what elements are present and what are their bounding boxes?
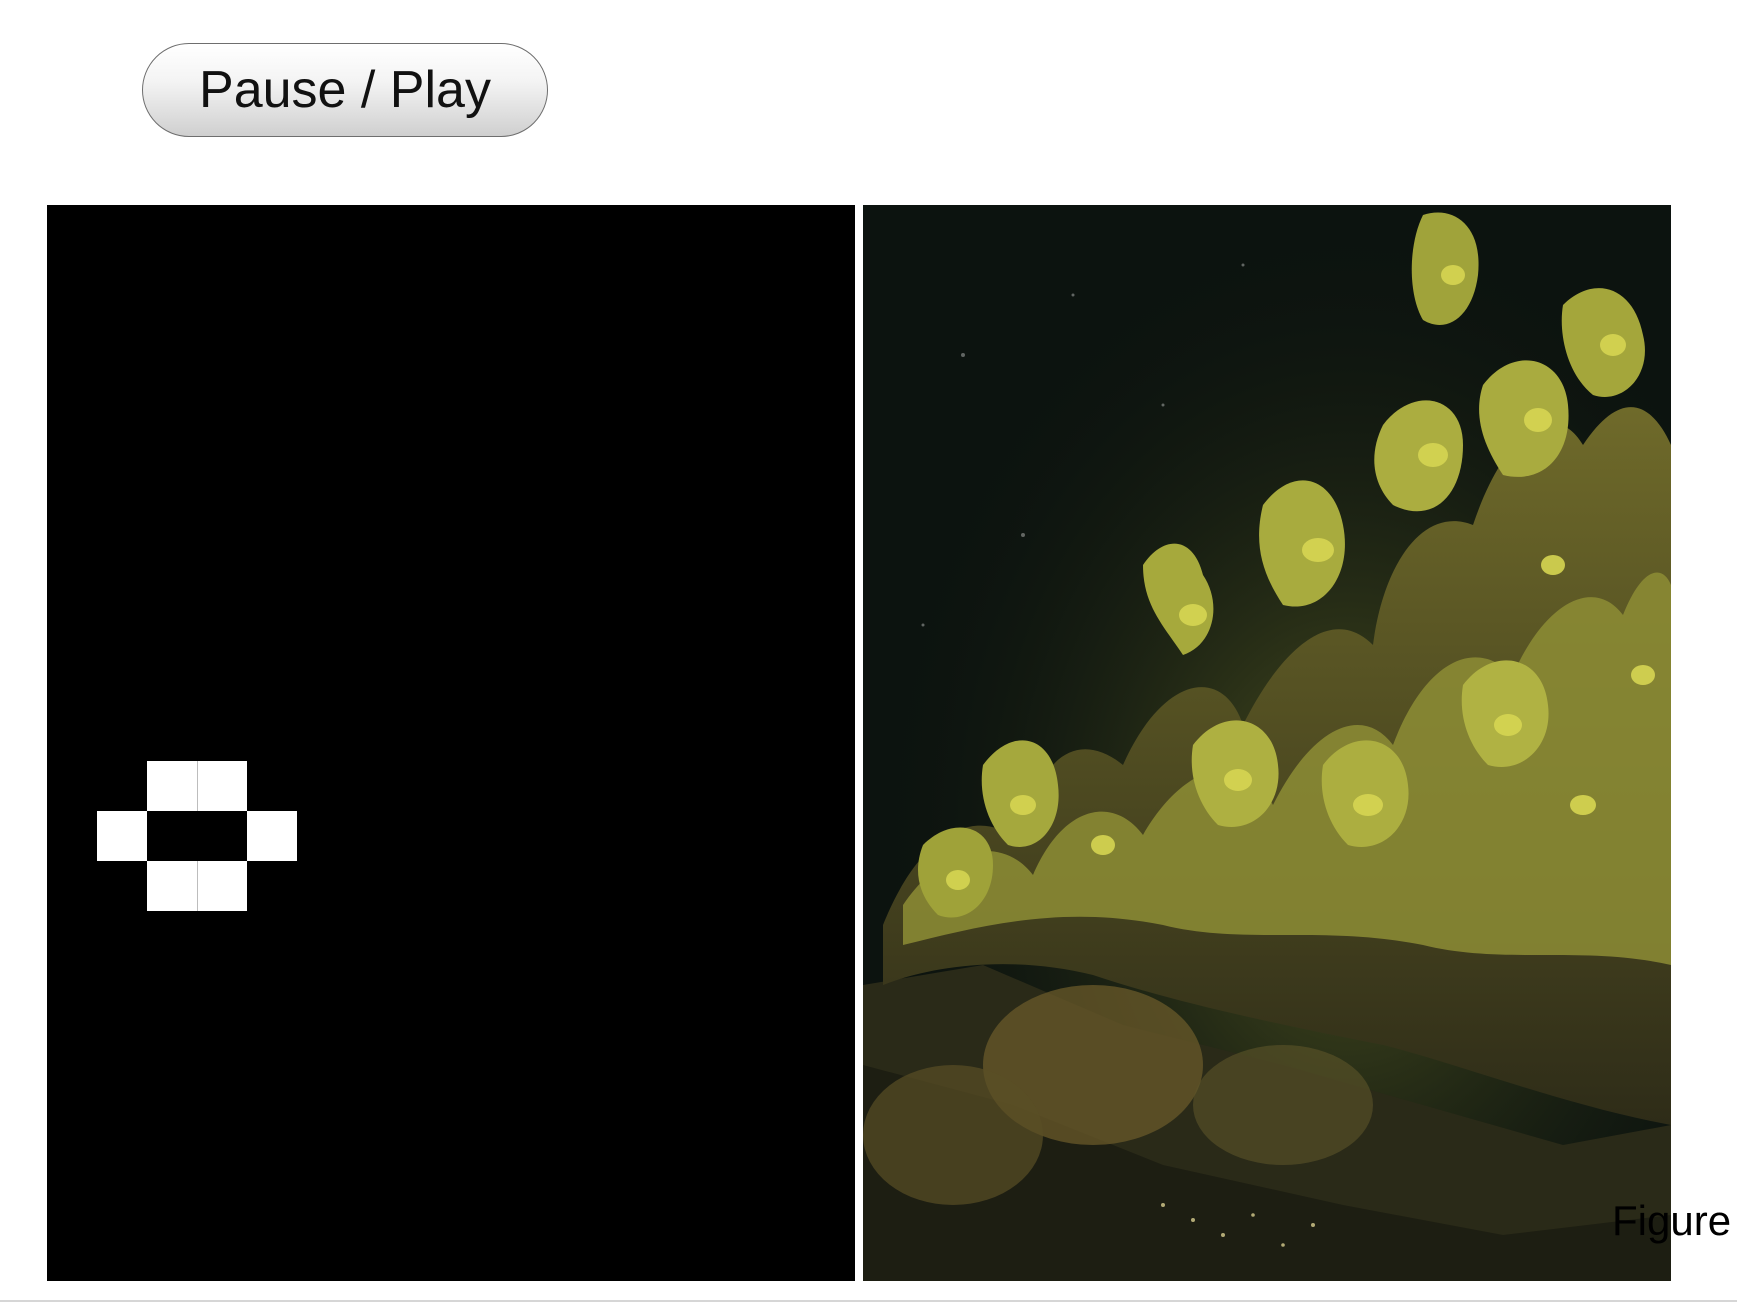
seaweed-photo <box>863 205 1671 1281</box>
grid-cell-separator <box>197 861 198 911</box>
game-of-life-grid[interactable] <box>47 205 855 1281</box>
grid-cell-separator <box>197 761 198 811</box>
pause-play-button[interactable]: Pause / Play <box>142 43 548 137</box>
grid-cell-live[interactable] <box>97 811 147 861</box>
page: Pause / Play Figure <box>0 0 1737 1303</box>
grid-cell-live[interactable] <box>147 861 197 911</box>
grid-cell-live[interactable] <box>247 811 297 861</box>
grid-cell-live[interactable] <box>197 761 247 811</box>
bottom-divider <box>0 1300 1737 1302</box>
grid-cell-live[interactable] <box>197 861 247 911</box>
seaweed-photo-image <box>863 205 1671 1281</box>
figure-caption: Figure <box>1612 1197 1732 1244</box>
grid-cell-live[interactable] <box>147 761 197 811</box>
